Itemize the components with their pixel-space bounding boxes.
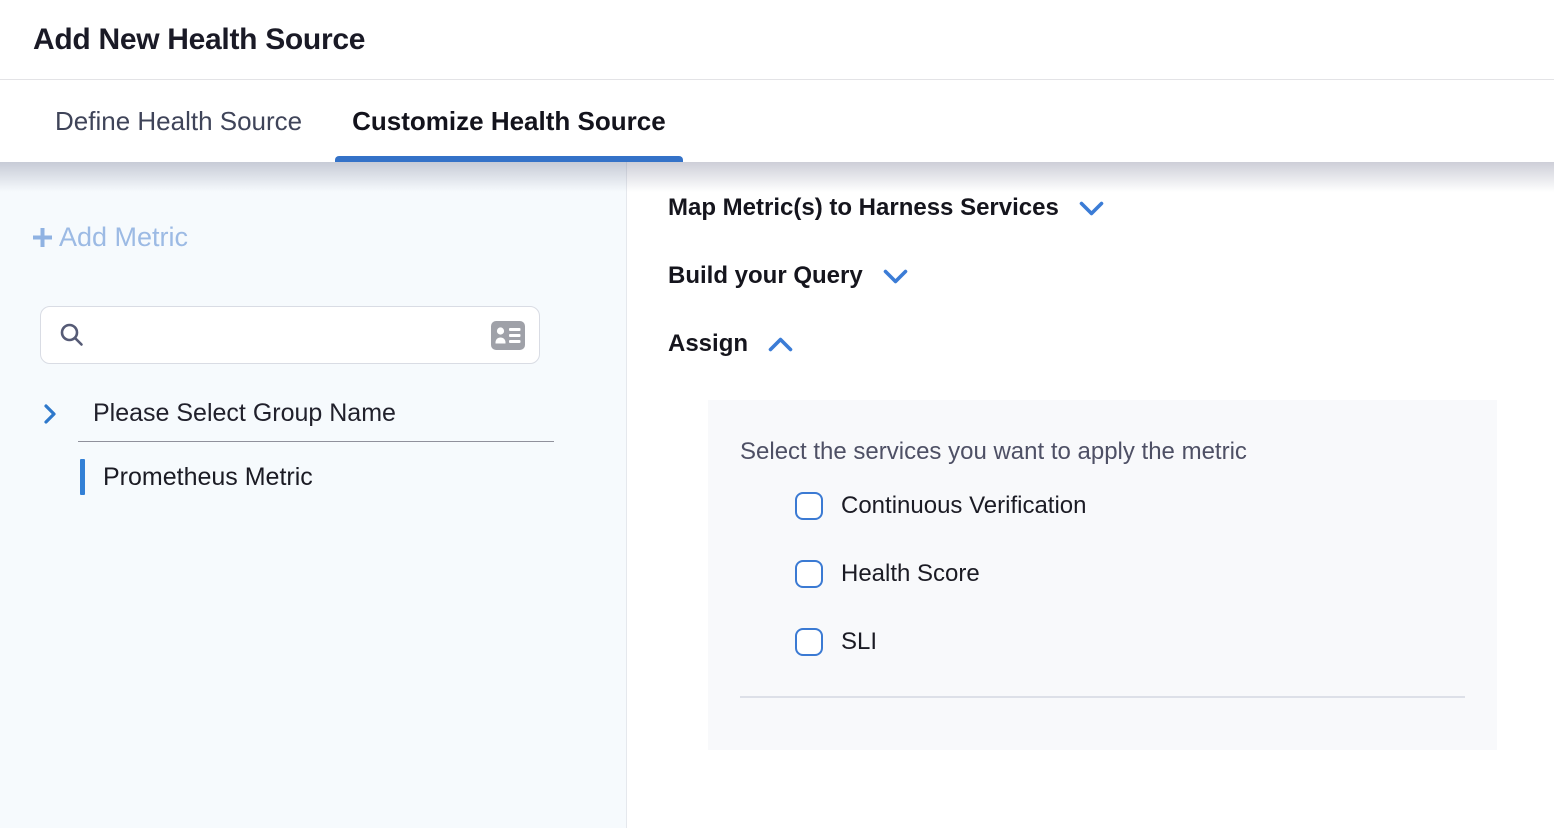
metric-group-row[interactable]: Please Select Group Name xyxy=(43,399,626,428)
sli-checkbox[interactable] xyxy=(795,628,823,656)
option-label: Continuous Verification xyxy=(841,492,1086,520)
content-area: Add Metric xyxy=(0,162,1554,828)
chevron-down-icon[interactable] xyxy=(1078,200,1105,217)
health-score-checkbox[interactable] xyxy=(795,560,823,588)
assign-prompt: Select the services you want to apply th… xyxy=(740,438,1497,466)
tab-bar: Define Health Source Customize Health So… xyxy=(0,80,1554,162)
add-metric-label: Add Metric xyxy=(59,222,188,253)
option-continuous-verification: Continuous Verification xyxy=(795,492,1497,520)
plus-icon xyxy=(30,225,55,250)
group-name-label: Please Select Group Name xyxy=(93,399,396,428)
chevron-up-icon[interactable] xyxy=(767,336,794,353)
metrics-sidebar: Add Metric xyxy=(0,162,627,828)
add-metric-button[interactable]: Add Metric xyxy=(30,222,188,253)
selected-indicator-bar xyxy=(80,459,85,495)
sidebar-item-prometheus-metric[interactable]: Prometheus Metric xyxy=(80,459,626,495)
section-build-query-title: Build your Query xyxy=(668,262,863,290)
tab-define-health-source[interactable]: Define Health Source xyxy=(55,80,302,162)
option-label: SLI xyxy=(841,628,877,656)
section-map-metrics-title: Map Metric(s) to Harness Services xyxy=(668,194,1059,222)
option-label: Health Score xyxy=(841,560,980,588)
group-divider xyxy=(78,441,554,442)
section-map-metrics[interactable]: Map Metric(s) to Harness Services xyxy=(668,194,1554,222)
tab-customize-health-source[interactable]: Customize Health Source xyxy=(352,80,666,162)
search-input[interactable] xyxy=(98,320,491,350)
metric-search-box xyxy=(40,306,540,364)
section-assign-title: Assign xyxy=(668,330,748,358)
assign-options: Continuous Verification Health Score SLI xyxy=(740,492,1497,656)
contact-card-icon xyxy=(491,321,525,350)
search-icon xyxy=(58,321,86,349)
option-health-score: Health Score xyxy=(795,560,1497,588)
chevron-down-icon[interactable] xyxy=(882,268,909,285)
assign-panel: Select the services you want to apply th… xyxy=(708,400,1497,750)
chevron-right-icon[interactable] xyxy=(43,402,57,426)
dialog-header: Add New Health Source xyxy=(0,0,1554,80)
option-sli: SLI xyxy=(795,628,1497,656)
metric-name-label: Prometheus Metric xyxy=(103,463,313,492)
customize-main-panel: Map Metric(s) to Harness Services Build … xyxy=(627,162,1554,828)
assign-divider xyxy=(740,696,1465,698)
section-assign[interactable]: Assign xyxy=(668,330,1554,358)
page-title: Add New Health Source xyxy=(33,23,365,57)
continuous-verification-checkbox[interactable] xyxy=(795,492,823,520)
section-build-query[interactable]: Build your Query xyxy=(668,262,1554,290)
